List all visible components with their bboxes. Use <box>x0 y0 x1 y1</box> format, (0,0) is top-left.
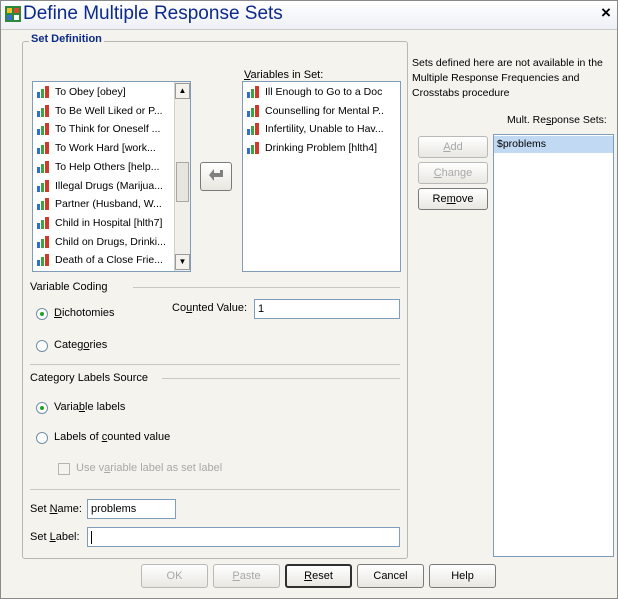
category-labels-divider <box>162 378 400 379</box>
counted-value-input[interactable]: 1 <box>254 299 400 319</box>
list-item-label: Drinking Problem [hlth4] <box>265 142 378 155</box>
dialog-window: Define Multiple Response Sets × Set Defi… <box>0 0 618 599</box>
close-icon[interactable]: × <box>598 3 614 23</box>
scale-variable-icon <box>37 123 49 136</box>
list-item-label: Infertility, Unable to Hav... <box>265 123 383 136</box>
scale-variable-icon <box>247 123 259 136</box>
labels-counted-label[interactable]: Labels of counted value <box>54 431 170 443</box>
variables-in-set-list[interactable]: Ill Enough to Go to a Doc... Counselling … <box>242 81 401 272</box>
mult-sets-label: Mult. Response Sets: <box>507 114 607 126</box>
use-variable-label-checkbox[interactable] <box>58 463 70 475</box>
list-item[interactable]: Partner (Husband, W... <box>33 195 173 213</box>
scale-variable-icon <box>37 198 49 211</box>
list-item-label: To Work Hard [work... <box>55 142 156 155</box>
scale-variable-icon <box>37 142 49 155</box>
paste-button[interactable]: Paste <box>213 564 280 588</box>
change-button[interactable]: Change <box>418 162 488 184</box>
list-item[interactable]: To Think for Oneself ... <box>33 120 173 138</box>
scale-variable-icon <box>37 104 49 117</box>
scale-variable-icon <box>37 235 49 248</box>
title-bar[interactable]: Define Multiple Response Sets × <box>1 1 617 30</box>
spss-app-icon <box>5 6 21 22</box>
scale-variable-icon <box>37 160 49 173</box>
coding-bottom-divider <box>30 364 400 365</box>
ok-button[interactable]: OK <box>141 564 208 588</box>
set-name-divider <box>30 489 400 490</box>
variable-labels-radio[interactable] <box>36 402 48 414</box>
labels-counted-radio[interactable] <box>36 432 48 444</box>
set-name-input[interactable]: problems <box>87 499 176 519</box>
list-item-label: To Be Well Liked or P... <box>55 104 163 117</box>
list-item-label: Ill Enough to Go to a Doc... <box>265 86 383 98</box>
move-to-set-button[interactable] <box>200 162 232 191</box>
list-item-label: Illegal Drugs (Marijua... <box>55 179 163 192</box>
scroll-up-icon[interactable]: ▲ <box>175 83 190 99</box>
reset-button[interactable]: Reset <box>285 564 352 588</box>
scale-variable-icon <box>37 86 49 98</box>
variables-in-set-label: Variables in Set: <box>244 69 324 81</box>
scale-variable-icon <box>37 179 49 192</box>
list-item[interactable]: Counselling for Mental P... <box>243 102 383 120</box>
list-item-label: To Obey [obey] <box>55 86 126 98</box>
list-item-label: Child on Drugs, Drinki... <box>55 235 166 248</box>
scroll-thumb[interactable] <box>176 162 189 202</box>
mult-set-item-label: $problems <box>497 138 547 150</box>
categories-label[interactable]: Categories <box>54 339 107 351</box>
list-item-label: Child in Hospital [hlth7] <box>55 216 163 229</box>
window-title: Define Multiple Response Sets <box>23 3 283 24</box>
scale-variable-icon <box>247 86 259 98</box>
list-item[interactable]: Death of a Close Frie... <box>33 251 173 269</box>
scale-variable-icon <box>247 104 259 117</box>
dichotomies-label[interactable]: Dichotomies <box>54 307 115 319</box>
scale-variable-icon <box>247 142 259 155</box>
mult-response-sets-list[interactable]: $problems <box>493 134 614 557</box>
info-text: Sets defined here are not available in t… <box>412 57 603 99</box>
list-item-label: Partner (Husband, W... <box>55 198 162 211</box>
list-item[interactable]: To Work Hard [work... <box>33 139 173 157</box>
category-labels-title: Category Labels Source <box>30 372 149 384</box>
scroll-down-icon[interactable]: ▼ <box>175 254 190 270</box>
set-definition-title: Set Definition <box>29 33 104 45</box>
categories-radio[interactable] <box>36 340 48 352</box>
list-item[interactable]: Infertility, Unable to Hav... <box>243 120 383 138</box>
source-list-scrollbar[interactable]: ▲ ▼ <box>174 82 190 271</box>
scale-variable-icon <box>37 216 49 229</box>
set-label-label: Set Label: <box>30 531 80 543</box>
list-item[interactable]: Illegal Drugs (Marijua... <box>33 177 173 195</box>
variable-coding-divider <box>133 287 400 288</box>
list-item-label: Death of a Close Frie... <box>55 254 163 267</box>
add-button[interactable]: Add <box>418 136 488 158</box>
source-variable-list[interactable]: To Obey [obey] To Be Well Liked or P... To… <box>32 81 191 272</box>
use-variable-label-text: Use variable label as set label <box>76 462 223 474</box>
list-item[interactable]: To Obey [obey] <box>33 83 173 101</box>
cancel-button[interactable]: Cancel <box>357 564 424 588</box>
list-item[interactable]: Child in Hospital [hlth7] <box>33 214 173 232</box>
list-item[interactable]: Ill Enough to Go to a Doc... <box>243 83 383 101</box>
set-name-label: Set Name: <box>30 503 82 515</box>
arrow-left-icon <box>209 169 223 181</box>
list-item[interactable]: To Be Well Liked or P... <box>33 102 173 120</box>
remove-button[interactable]: Remove <box>418 188 488 210</box>
help-button[interactable]: Help <box>429 564 496 588</box>
list-item-label: To Think for Oneself ... <box>55 123 161 136</box>
set-label-input[interactable] <box>87 527 400 547</box>
variable-coding-title: Variable Coding <box>30 281 108 293</box>
list-item-label: Counselling for Mental P... <box>265 104 383 117</box>
variable-labels-label[interactable]: Variable labels <box>54 401 125 413</box>
list-item[interactable]: Drinking Problem [hlth4] <box>243 139 383 157</box>
list-item-label: To Help Others [help... <box>55 160 160 173</box>
counted-value-label: Counted Value: <box>172 302 248 314</box>
list-item[interactable]: To Help Others [help... <box>33 158 173 176</box>
scale-variable-icon <box>37 254 49 267</box>
list-item[interactable]: Child on Drugs, Drinki... <box>33 233 173 251</box>
dichotomies-radio[interactable] <box>36 308 48 320</box>
